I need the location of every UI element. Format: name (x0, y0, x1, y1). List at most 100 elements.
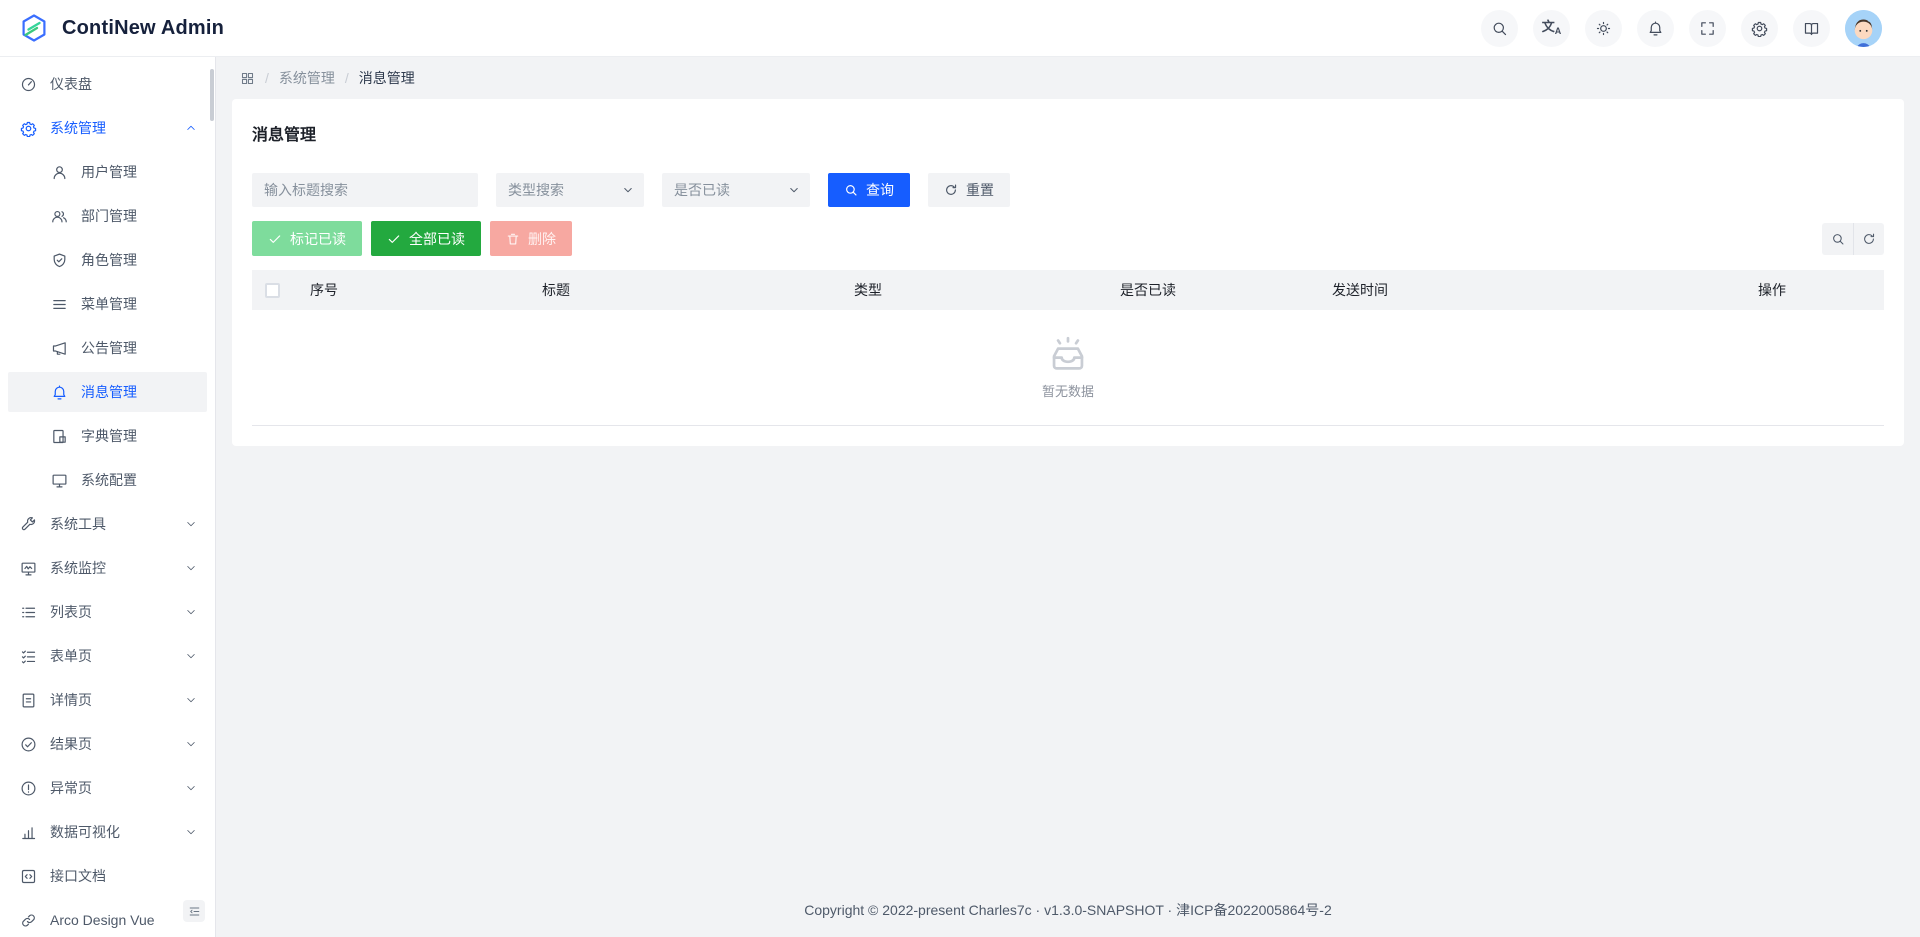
docs-book-icon (1803, 20, 1820, 37)
header-search-button[interactable] (1481, 10, 1518, 47)
sidebar-item-api-docs[interactable]: 接口文档 (8, 856, 207, 896)
dashboard-icon (20, 76, 37, 93)
header-docs-button[interactable] (1793, 10, 1830, 47)
list-icon (20, 604, 37, 621)
search-icon (844, 183, 858, 197)
sidebar-item-list-pages[interactable]: 列表页 (8, 592, 207, 632)
chevron-down-icon (185, 738, 197, 750)
chevron-down-icon (185, 562, 197, 574)
app-header: ContiNew Admin 文A (0, 0, 1920, 57)
empty-text: 暂无数据 (1042, 381, 1094, 400)
title-search-input[interactable] (252, 173, 478, 207)
breadcrumb-separator: / (265, 70, 269, 86)
column-header-no: 序号 (296, 270, 528, 310)
header-settings-button[interactable] (1741, 10, 1778, 47)
sidebar-item-role-management[interactable]: 角色管理 (8, 240, 207, 280)
sidebar-item-dashboard[interactable]: 仪表盘 (8, 64, 207, 104)
type-select[interactable]: 类型搜索 (496, 173, 644, 207)
message-bell-icon (51, 384, 68, 401)
breadcrumb-message-management: 消息管理 (359, 68, 415, 88)
check-icon (387, 232, 401, 246)
avatar-image (1845, 10, 1882, 47)
query-button[interactable]: 查询 (828, 173, 910, 207)
dictionary-icon (51, 428, 68, 445)
chevron-down-icon (185, 606, 197, 618)
announcement-icon (51, 340, 68, 357)
sidebar-item-system-management[interactable]: 系统管理 (8, 108, 207, 148)
sidebar-item-exception-pages[interactable]: 异常页 (8, 768, 207, 808)
chevron-down-icon (185, 782, 197, 794)
department-icon (51, 208, 68, 225)
role-shield-icon (51, 252, 68, 269)
bulk-action-row: 标记已读 全部已读 删除 (252, 221, 1884, 256)
api-code-icon (20, 868, 37, 885)
sidebar-item-message-management[interactable]: 消息管理 (8, 372, 207, 412)
visualization-chart-icon (20, 824, 37, 841)
chevron-down-icon (185, 650, 197, 662)
table-refresh-button[interactable] (1853, 223, 1884, 255)
user-icon (51, 164, 68, 181)
empty-inbox-icon (1046, 336, 1090, 372)
read-status-select[interactable]: 是否已读 (662, 173, 810, 207)
user-avatar[interactable] (1845, 10, 1882, 47)
sidebar-item-system-config[interactable]: 系统配置 (8, 460, 207, 500)
search-icon (1491, 20, 1508, 37)
sidebar-item-dictionary-management[interactable]: 字典管理 (8, 416, 207, 456)
chevron-down-icon (185, 518, 197, 530)
sidebar-item-department-management[interactable]: 部门管理 (8, 196, 207, 236)
sidebar: 仪表盘 系统管理 用户管理 部门管理 角色管理 菜单管理 (0, 57, 216, 937)
sidebar-item-announcement-management[interactable]: 公告管理 (8, 328, 207, 368)
select-all-checkbox[interactable] (265, 283, 280, 298)
sidebar-item-form-pages[interactable]: 表单页 (8, 636, 207, 676)
form-icon (20, 648, 37, 665)
sidebar-item-menu-management[interactable]: 菜单管理 (8, 284, 207, 324)
sidebar-collapse-button[interactable] (183, 900, 205, 922)
breadcrumb-system-management[interactable]: 系统管理 (279, 68, 335, 88)
gear-icon (1751, 20, 1768, 37)
header-notifications-button[interactable] (1637, 10, 1674, 47)
apps-grid-icon[interactable] (240, 71, 255, 86)
column-header-title: 标题 (528, 270, 840, 310)
chevron-down-icon (788, 184, 800, 196)
search-icon (1831, 232, 1845, 246)
tools-wrench-icon (20, 516, 37, 533)
page-title: 消息管理 (252, 125, 1884, 147)
external-link-icon (20, 912, 37, 929)
translate-icon: 文A (1542, 20, 1562, 36)
sidebar-item-system-monitor[interactable]: 系统监控 (8, 548, 207, 588)
detail-file-icon (20, 692, 37, 709)
sidebar-item-result-pages[interactable]: 结果页 (8, 724, 207, 764)
reset-button[interactable]: 重置 (928, 173, 1010, 207)
menu-fold-icon (188, 905, 201, 918)
header-actions: 文A (1481, 10, 1882, 47)
fullscreen-icon (1699, 20, 1716, 37)
chevron-down-icon (185, 826, 197, 838)
column-header-type: 类型 (840, 270, 1106, 310)
table-empty-state: 暂无数据 (252, 310, 1884, 426)
page-footer: Copyright © 2022-present Charles7c · v1.… (216, 887, 1920, 937)
table-search-toggle-button[interactable] (1822, 223, 1853, 255)
delete-button[interactable]: 删除 (490, 221, 572, 256)
theme-sun-icon (1595, 20, 1612, 37)
header-language-button[interactable]: 文A (1533, 10, 1570, 47)
filter-row: 类型搜索 是否已读 查询 重置 (252, 173, 1884, 207)
config-monitor-icon (51, 472, 68, 489)
header-theme-button[interactable] (1585, 10, 1622, 47)
app-title: ContiNew Admin (62, 17, 224, 40)
mark-read-button[interactable]: 标记已读 (252, 221, 362, 256)
sidebar-item-user-management[interactable]: 用户管理 (8, 152, 207, 192)
sidebar-item-data-visualization[interactable]: 数据可视化 (8, 812, 207, 852)
check-icon (268, 232, 282, 246)
header-fullscreen-button[interactable] (1689, 10, 1726, 47)
sidebar-item-arco-design-vue[interactable]: Arco Design Vue (8, 900, 207, 937)
sidebar-item-detail-pages[interactable]: 详情页 (8, 680, 207, 720)
result-check-icon (20, 736, 37, 753)
sidebar-item-system-tools[interactable]: 系统工具 (8, 504, 207, 544)
exception-icon (20, 780, 37, 797)
sidebar-menu: 仪表盘 系统管理 用户管理 部门管理 角色管理 菜单管理 (0, 57, 215, 937)
settings-icon (20, 120, 37, 137)
sidebar-scrollbar-thumb[interactable] (210, 69, 214, 121)
read-all-button[interactable]: 全部已读 (371, 221, 481, 256)
brand[interactable]: ContiNew Admin (18, 12, 224, 44)
refresh-icon (944, 183, 958, 197)
